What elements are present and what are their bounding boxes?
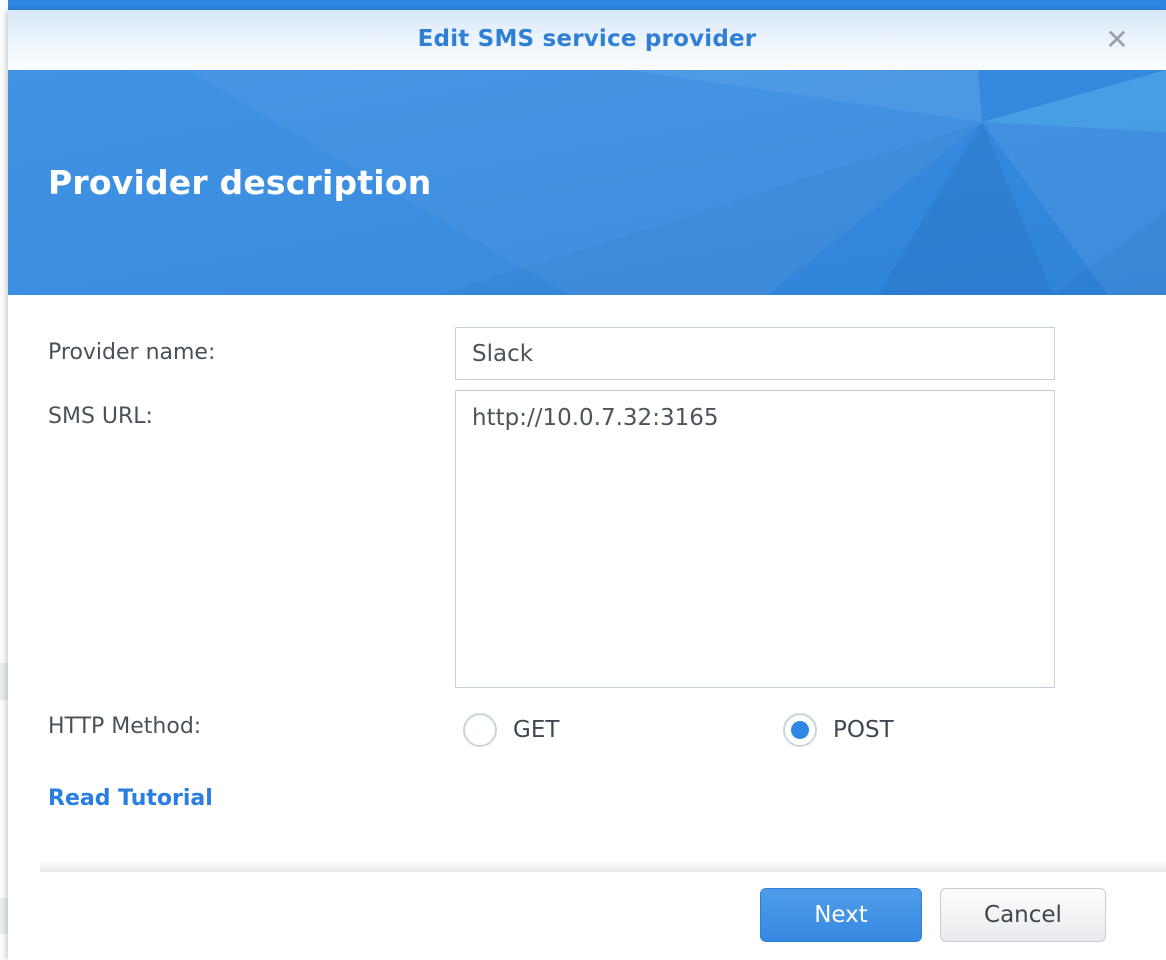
step-banner: Provider description — [8, 70, 1166, 295]
background-text-fragment: ( — [0, 14, 7, 38]
background-text-fragment: v — [0, 158, 7, 182]
read-tutorial-link[interactable]: Read Tutorial — [48, 786, 213, 811]
background-text-fragment: e — [0, 570, 7, 594]
background-text-fragment: y — [0, 248, 7, 272]
background-page-edge: ( i v y n e a e c n — [0, 0, 8, 960]
sms-url-label: SMS URL: — [48, 404, 153, 429]
background-text-fragment: n — [0, 350, 7, 374]
close-icon[interactable]: ✕ — [1100, 23, 1134, 57]
dialog-title: Edit SMS service provider — [8, 26, 1166, 52]
edit-sms-provider-dialog: Edit SMS service provider ✕ Provider des… — [8, 10, 1166, 960]
background-window-banner-edge — [8, 0, 1166, 10]
radio-get-icon — [463, 713, 497, 747]
radio-get-label: GET — [513, 717, 559, 743]
background-text-fragment: c — [0, 636, 7, 660]
http-method-label: HTTP Method: — [48, 714, 201, 739]
background-text-fragment: e — [0, 426, 7, 450]
background-text-fragment: i — [0, 52, 7, 76]
radio-post-label: POST — [833, 717, 894, 743]
background-text-fragment: a — [0, 500, 7, 524]
radio-post-icon — [783, 713, 817, 747]
http-method-radio-get[interactable]: GET — [463, 710, 559, 750]
banner-step-title: Provider description — [48, 163, 431, 202]
provider-name-label: Provider name: — [48, 340, 215, 365]
dialog-titlebar: Edit SMS service provider ✕ — [8, 10, 1166, 70]
provider-name-input[interactable] — [455, 327, 1055, 380]
cancel-button[interactable]: Cancel — [940, 888, 1106, 942]
http-method-radio-post[interactable]: POST — [783, 710, 894, 750]
footer-divider — [40, 861, 1166, 872]
background-row-band — [0, 898, 8, 934]
next-button[interactable]: Next — [760, 888, 922, 942]
sms-url-textarea[interactable]: http://10.0.7.32:3165 — [455, 390, 1055, 688]
background-text-fragment: n — [0, 672, 7, 696]
